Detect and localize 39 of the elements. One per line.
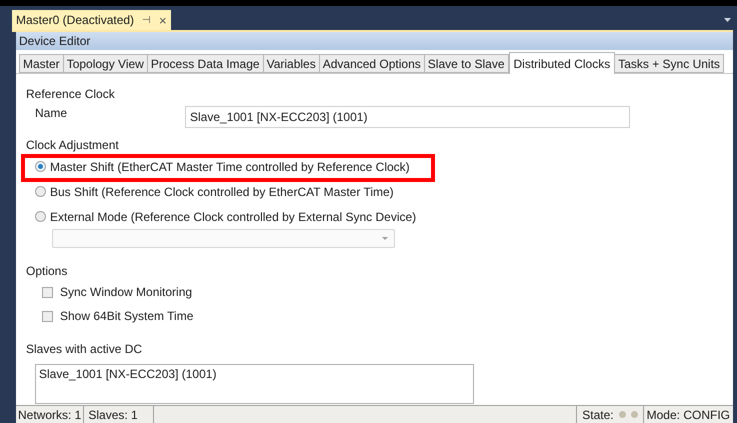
document-tab[interactable]: Master0 (Deactivated) ⊣ × [12,10,171,30]
mode-dropdown[interactable] [52,229,395,248]
tab[interactable]: Distributed Clocks [508,52,616,74]
tab[interactable]: Tasks + Sync Units [614,54,724,73]
status-led-icon [618,411,626,418]
status-text: Mode: CONFIG [646,406,731,423]
document-title: Master0 (Deactivated) [16,12,134,29]
section-heading: Slaves with active DC [26,341,144,358]
section-heading: Options [26,263,68,280]
radio-label[interactable]: Master Shift (EtherCAT Master Time controlled by Reference Clock) [50,158,410,176]
status-text: Networks: 1 [16,406,84,423]
caret-icon [382,237,388,240]
tab[interactable]: Master [19,54,64,73]
radio-button[interactable] [35,211,46,222]
status-led-icon [630,411,638,418]
radio-button[interactable] [35,186,46,197]
field-label: Name [34,105,68,122]
checkbox[interactable] [42,286,53,298]
tab[interactable]: Advanced Options [318,54,425,73]
name-field[interactable]: Slave_1001 [NX-ECC203] (1001) [185,106,630,128]
panel-title: Device Editor [16,32,733,50]
radio-label[interactable]: External Mode (Reference Clock controlled by External Sync Device) [50,208,416,226]
status-text: Slaves: 1 [84,406,154,423]
checkbox-label[interactable]: Show 64Bit System Time [60,307,194,325]
checkbox-label[interactable]: Sync Window Monitoring [60,283,192,301]
close-icon[interactable]: × [159,14,167,26]
checkbox[interactable] [42,310,53,322]
tab[interactable]: Slave to Slave [424,54,508,73]
pin-icon[interactable]: ⊣ [142,12,152,28]
section-heading: Reference Clock [26,86,116,103]
status-text: State: [582,406,614,423]
list-item[interactable]: Slave_1001 [NX-ECC203] (1001) [39,365,470,383]
dropdown-icon[interactable] [724,18,731,22]
radio-label[interactable]: Bus Shift (Reference Clock controlled by EtherCAT Master Time) [50,182,394,200]
tab[interactable]: Variables [262,54,320,73]
radio-button[interactable] [35,161,46,172]
section-heading: Clock Adjustment [26,137,120,154]
tab[interactable]: Topology View [62,54,148,73]
tab[interactable]: Process Data Image [146,54,264,73]
